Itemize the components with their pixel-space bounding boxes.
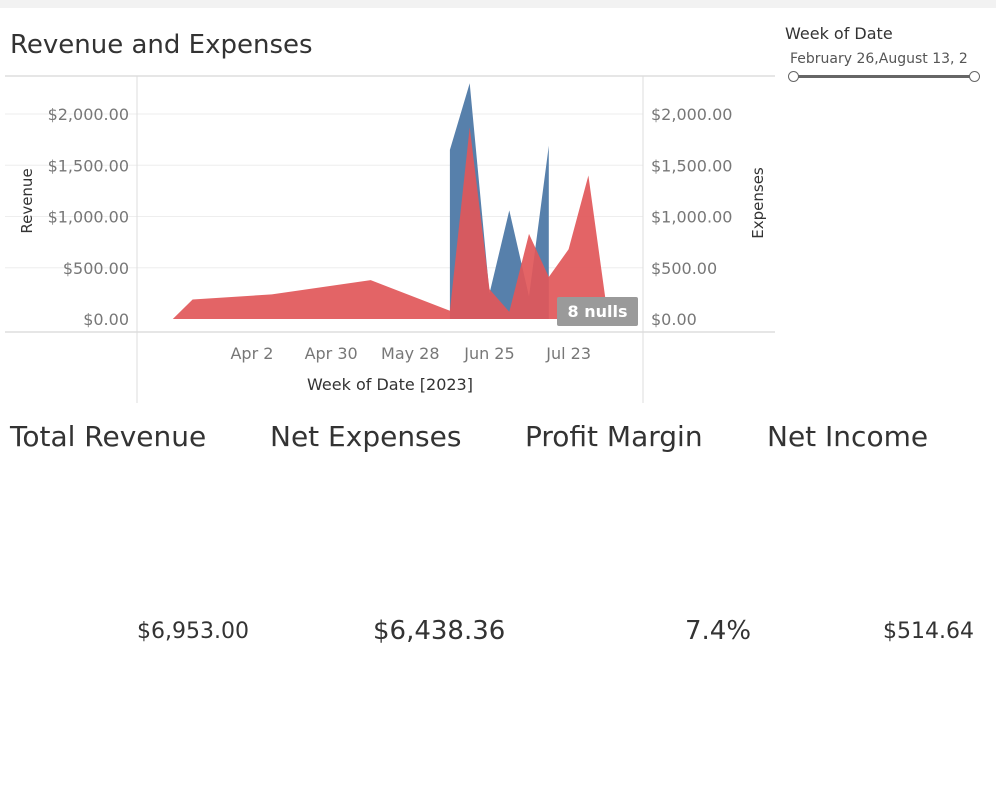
slider-handle-end[interactable] (969, 71, 980, 82)
y-tick-label-right: $1,500.00 (651, 156, 732, 175)
filter-title: Week of Date (785, 24, 893, 43)
y-axis-right-label: Expenses (749, 167, 767, 239)
y-tick-label-left: $2,000.00 (48, 105, 129, 124)
kpi-value-total-revenue: $6,953.00 (137, 619, 249, 644)
x-tick-label: Jul 23 (545, 344, 591, 363)
slider-handle-start[interactable] (788, 71, 799, 82)
x-tick-label: Apr 30 (305, 344, 358, 363)
kpi-value-net-expenses: $6,438.36 (373, 616, 506, 646)
revenue-expenses-chart[interactable]: $0.00$500.00$1,000.00$1,500.00$2,000.00 … (0, 70, 780, 410)
x-tick-label: Apr 2 (230, 344, 273, 363)
y-tick-label-left: $0.00 (83, 310, 129, 329)
slider-track[interactable] (792, 75, 976, 78)
kpi-value-net-income: $514.64 (883, 619, 974, 644)
y-tick-label-right: $500.00 (651, 259, 717, 278)
kpi-title-total-revenue: Total Revenue (10, 420, 207, 453)
null-indicator-label[interactable]: 8 nulls (568, 302, 628, 321)
x-axis-label: Week of Date [2023] (307, 375, 473, 394)
null-indicator[interactable]: 8 nulls (557, 297, 638, 326)
y-axis-left-label: Revenue (18, 168, 36, 233)
kpi-value-profit-margin: 7.4% (685, 616, 752, 646)
y-tick-label-left: $500.00 (63, 259, 129, 278)
x-tick-label: May 28 (381, 344, 440, 363)
kpi-title-net-income: Net Income (767, 420, 929, 453)
x-tick-label: Jun 25 (463, 344, 514, 363)
date-range-slider[interactable] (788, 70, 980, 84)
filter-range-text: February 26,August 13, 2 (790, 51, 968, 67)
y-tick-label-right: $2,000.00 (651, 105, 732, 124)
y-tick-label-left: $1,500.00 (48, 156, 129, 175)
y-tick-label-left: $1,000.00 (48, 208, 129, 227)
kpi-title-profit-margin: Profit Margin (525, 420, 703, 453)
y-tick-label-right: $0.00 (651, 310, 697, 329)
y-tick-label-right: $1,000.00 (651, 208, 732, 227)
top-bar (0, 0, 996, 8)
chart-title: Revenue and Expenses (10, 30, 313, 60)
kpi-title-net-expenses: Net Expenses (270, 420, 462, 453)
